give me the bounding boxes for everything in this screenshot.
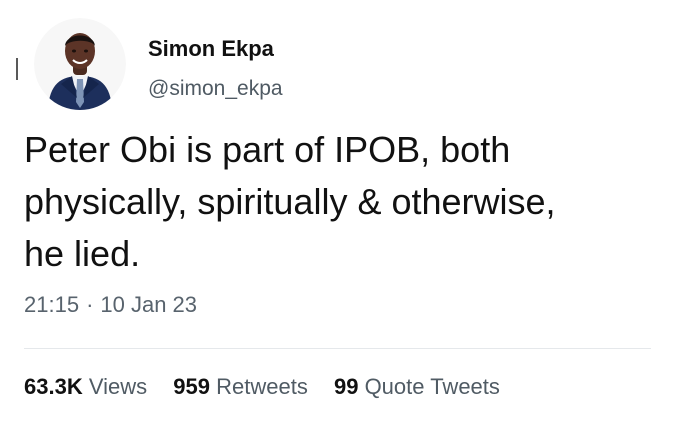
tweet-timestamp[interactable]: 21:15 · 10 Jan 23 bbox=[24, 292, 197, 318]
tweet-date[interactable]: 10 Jan 23 bbox=[100, 292, 197, 317]
author-avatar[interactable] bbox=[34, 18, 126, 110]
tweet-line-3: he lied. bbox=[24, 233, 141, 274]
views-label: Views bbox=[88, 374, 148, 399]
retweets-count: 959 bbox=[173, 374, 210, 399]
timestamp-separator: · bbox=[86, 292, 94, 317]
views-stat[interactable]: 63.3K Views bbox=[24, 374, 147, 400]
tweet-line-1: Peter Obi is part of IPOB, both bbox=[24, 129, 511, 170]
quote-tweets-count: 99 bbox=[333, 374, 359, 399]
tweet-card: Simon Ekpa @simon_ekpa Peter Obi is part… bbox=[0, 0, 675, 427]
quote-tweets-stat[interactable]: 99 Quote Tweets bbox=[334, 374, 500, 400]
views-count: 63.3K bbox=[24, 374, 83, 399]
left-edge-mark bbox=[16, 58, 18, 80]
engagement-stats: 63.3K Views 959 Retweets 99 Quote Tweets bbox=[24, 374, 520, 400]
retweets-stat[interactable]: 959 Retweets bbox=[173, 374, 308, 400]
author-handle[interactable]: @simon_ekpa bbox=[148, 77, 283, 101]
quote-tweets-label: Quote Tweets bbox=[364, 374, 500, 399]
retweets-label: Retweets bbox=[216, 374, 308, 399]
tweet-time[interactable]: 21:15 bbox=[24, 292, 79, 317]
person-photo-icon bbox=[34, 18, 126, 110]
tweet-body: Peter Obi is part of IPOB, both physical… bbox=[24, 124, 654, 280]
author-name[interactable]: Simon Ekpa bbox=[148, 36, 274, 62]
tweet-line-2: physically, spiritually & otherwise, bbox=[24, 181, 556, 222]
stats-divider bbox=[24, 348, 651, 349]
